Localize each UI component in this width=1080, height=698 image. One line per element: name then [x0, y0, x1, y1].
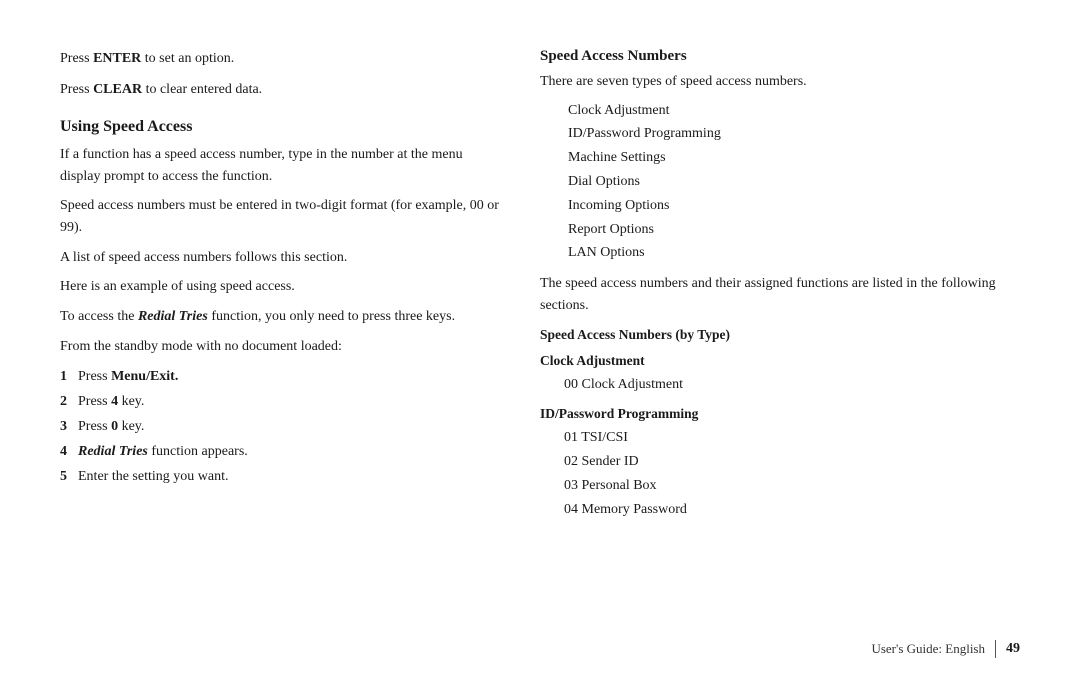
- para1: If a function has a speed access number,…: [60, 144, 500, 187]
- clock-heading: Clock Adjustment: [540, 353, 1020, 369]
- step-2-num: 2: [60, 391, 78, 412]
- step-5-num: 5: [60, 466, 78, 487]
- step-5: 5 Enter the setting you want.: [60, 466, 500, 487]
- step-4-text: Redial Tries function appears.: [78, 441, 500, 462]
- speed-access-intro: There are seven types of speed access nu…: [540, 71, 1020, 93]
- step-4-num: 4: [60, 441, 78, 462]
- para3: A list of speed access numbers follows t…: [60, 247, 500, 269]
- numbered-list: 1 Press Menu/Exit. 2 Press 4 key. 3 Pres…: [60, 366, 500, 487]
- clear-keyword: CLEAR: [93, 82, 142, 97]
- step-2-text: Press 4 key.: [78, 391, 500, 412]
- right-column: Speed Access Numbers There are seven typ…: [540, 48, 1020, 624]
- id-item-4: 04 Memory Password: [564, 498, 1020, 522]
- id-items: 01 TSI/CSI 02 Sender ID 03 Personal Box …: [564, 426, 1020, 521]
- para5-post: function, you only need to press three k…: [208, 309, 455, 324]
- type-5: Incoming Options: [568, 194, 1020, 218]
- types-list: Clock Adjustment ID/Password Programming…: [568, 99, 1020, 266]
- footer-label: User's Guide: English: [871, 641, 985, 657]
- para2: Speed access numbers must be entered in …: [60, 195, 500, 238]
- enter-keyword: ENTER: [93, 51, 141, 66]
- step-3-bold: 0: [111, 419, 118, 434]
- step-2-bold: 4: [111, 394, 118, 409]
- step-1-bold: Menu/Exit.: [111, 369, 178, 384]
- content-area: Press ENTER to set an option. Press CLEA…: [60, 48, 1020, 624]
- enter-rest: to set an option.: [145, 51, 234, 66]
- type-4: Dial Options: [568, 170, 1020, 194]
- step-5-text: Enter the setting you want.: [78, 466, 500, 487]
- press-clear-label: Press: [60, 82, 90, 97]
- after-list-text: The speed access numbers and their assig…: [540, 273, 1020, 316]
- type-7: LAN Options: [568, 241, 1020, 265]
- step-3: 3 Press 0 key.: [60, 416, 500, 437]
- step-3-text: Press 0 key.: [78, 416, 500, 437]
- type-6: Report Options: [568, 218, 1020, 242]
- press-enter-label: Press: [60, 51, 90, 66]
- type-3: Machine Settings: [568, 146, 1020, 170]
- para5-bold: Redial Tries: [138, 309, 208, 324]
- press-enter-line: Press ENTER to set an option.: [60, 48, 500, 69]
- para5-pre: To access the: [60, 309, 138, 324]
- id-item-1: 01 TSI/CSI: [564, 426, 1020, 450]
- step-1-text: Press Menu/Exit.: [78, 366, 500, 387]
- footer-divider: [995, 640, 996, 658]
- step-2: 2 Press 4 key.: [60, 391, 500, 412]
- step-4-bold: Redial Tries: [78, 444, 148, 459]
- type-2: ID/Password Programming: [568, 122, 1020, 146]
- footer: User's Guide: English 49: [60, 624, 1020, 658]
- left-column: Press ENTER to set an option. Press CLEA…: [60, 48, 500, 624]
- id-item-3: 03 Personal Box: [564, 474, 1020, 498]
- para4: Here is an example of using speed access…: [60, 276, 500, 298]
- type-1: Clock Adjustment: [568, 99, 1020, 123]
- footer-page: 49: [1006, 641, 1020, 657]
- clear-rest: to clear entered data.: [146, 82, 263, 97]
- speed-access-title: Speed Access Numbers: [540, 48, 1020, 65]
- id-item-2: 02 Sender ID: [564, 450, 1020, 474]
- clock-item-1: 00 Clock Adjustment: [564, 373, 1020, 397]
- by-type-heading: Speed Access Numbers (by Type): [540, 327, 1020, 343]
- section-heading: Using Speed Access: [60, 118, 500, 136]
- step-1: 1 Press Menu/Exit.: [60, 366, 500, 387]
- para6: From the standby mode with no document l…: [60, 336, 500, 358]
- clock-items: 00 Clock Adjustment: [564, 373, 1020, 397]
- step-1-num: 1: [60, 366, 78, 387]
- para5: To access the Redial Tries function, you…: [60, 306, 500, 328]
- press-clear-line: Press CLEAR to clear entered data.: [60, 79, 500, 100]
- step-3-num: 3: [60, 416, 78, 437]
- page: Press ENTER to set an option. Press CLEA…: [0, 0, 1080, 698]
- id-heading: ID/Password Programming: [540, 406, 1020, 422]
- step-4: 4 Redial Tries function appears.: [60, 441, 500, 462]
